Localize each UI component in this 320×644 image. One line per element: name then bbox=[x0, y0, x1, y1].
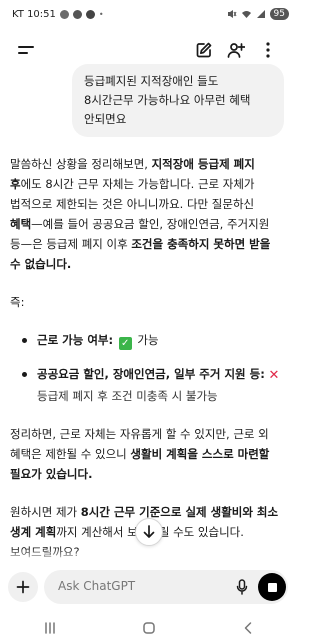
message-input[interactable]: Ask ChatGPT bbox=[44, 570, 288, 604]
user-message-line: 안되면요 bbox=[84, 112, 127, 126]
status-time: KT 10:51 bbox=[12, 8, 56, 20]
bold-span: 혜택 bbox=[10, 217, 32, 231]
cross-icon: ✕ bbox=[268, 368, 280, 383]
text-span: 가능 bbox=[137, 333, 159, 347]
more-icon bbox=[266, 42, 270, 58]
dot-icon: • bbox=[98, 9, 104, 19]
stop-button[interactable] bbox=[258, 573, 286, 601]
recents-icon[interactable] bbox=[43, 621, 57, 635]
home-icon[interactable] bbox=[142, 621, 156, 635]
text-line: 등급제 폐지 후 조건 미충족 시 불가능 bbox=[37, 389, 218, 403]
scroll-to-bottom-button[interactable] bbox=[135, 518, 163, 546]
attach-button[interactable] bbox=[8, 572, 38, 602]
bold-span: 근로 가능 여부: bbox=[37, 333, 114, 347]
mic-icon bbox=[236, 579, 248, 595]
bullet-dot bbox=[22, 372, 27, 377]
text-span: 원하시면 제가 bbox=[10, 505, 81, 519]
assistant-paragraph-2: 정리하면, 근로 자체는 자유롭게 할 수 있지만, 근로 외 혜택은 제한될 … bbox=[10, 424, 290, 484]
assistant-message: 말씀하신 상황을 정리해보면, 지적장애 등급제 폐지 후에도 8시간 근무 자… bbox=[10, 154, 290, 580]
new-chat-button[interactable] bbox=[190, 36, 218, 64]
talk-notification-icon bbox=[72, 9, 82, 19]
status-bar: KT 10:51 • 95 bbox=[0, 0, 297, 28]
arrow-down-icon bbox=[143, 525, 155, 538]
bold-span: 8시간 근무 기준으로 실제 생활비와 최소 bbox=[80, 505, 279, 519]
text-span: 등—은 등급제 폐지 이후 bbox=[10, 237, 132, 251]
bold-span: 수 없습니다. bbox=[10, 257, 72, 271]
stop-icon bbox=[267, 582, 277, 592]
bold-span: 조건을 충족하지 못하면 받을 bbox=[131, 237, 271, 251]
mute-icon bbox=[227, 10, 236, 18]
bold-span: 후 bbox=[10, 177, 21, 191]
composer: Ask ChatGPT bbox=[0, 562, 297, 610]
bold-span: 지적장애 등급제 폐지 bbox=[151, 157, 255, 171]
text-span: 에도 8시간 근무 자체는 가능합니다. 근로 자체가 bbox=[20, 177, 255, 191]
signal-icon bbox=[256, 10, 265, 18]
text-line: 법적으로 제한되는 것은 아니니까요. 다만 질문하신 bbox=[10, 197, 255, 211]
system-nav-bar bbox=[0, 612, 297, 644]
app-notification-icon bbox=[59, 9, 69, 19]
wifi-icon bbox=[241, 11, 251, 18]
add-user-icon bbox=[227, 43, 245, 58]
mic-button[interactable] bbox=[232, 577, 252, 597]
plus-icon bbox=[16, 580, 30, 594]
message-input-placeholder: Ask ChatGPT bbox=[58, 579, 136, 593]
text-span: 혜택은 제한될 수 있으니 bbox=[10, 447, 131, 461]
user-message-line: 등급폐지된 지적장애인 들도 bbox=[84, 74, 219, 88]
text-line: 즉: bbox=[10, 295, 25, 309]
user-message-line: 8시간근무 가능하나요 아무런 혜택 bbox=[84, 93, 251, 107]
check-icon: ✓ bbox=[118, 337, 132, 350]
user-message-bubble: 등급폐지된 지적장애인 들도 8시간근무 가능하나요 아무런 혜택 안되면요 bbox=[72, 64, 284, 137]
assistant-paragraph-1: 말씀하신 상황을 정리해보면, 지적장애 등급제 폐지 후에도 8시간 근무 자… bbox=[10, 154, 290, 274]
battery-indicator: 95 bbox=[269, 8, 289, 20]
bold-span: 필요가 있습니다. bbox=[10, 467, 93, 481]
add-user-button[interactable] bbox=[222, 36, 250, 64]
text-span: 말씀하신 상황을 정리해보면, bbox=[10, 157, 152, 171]
text-span: —예를 들어 공공요금 할인, 장애인연금, 주거지원 bbox=[31, 217, 270, 231]
back-icon[interactable] bbox=[241, 621, 255, 635]
list-item: 공공요금 할인, 장애인연금, 일부 주거 지원 등: ✕ 등급제 폐지 후 조… bbox=[22, 364, 290, 406]
bullet-dot bbox=[22, 338, 27, 343]
more-options-button[interactable] bbox=[254, 36, 282, 64]
bold-span: 공공요금 할인, 장애인연금, 일부 주거 지원 등: bbox=[37, 367, 265, 381]
edit-icon bbox=[196, 42, 212, 58]
menu-icon bbox=[18, 46, 34, 54]
w-notification-icon bbox=[85, 9, 95, 19]
menu-button[interactable] bbox=[12, 36, 40, 64]
list-item: 근로 가능 여부: ✓ 가능 bbox=[22, 330, 290, 350]
assistant-summary-heading: 즉: bbox=[10, 292, 290, 312]
bold-span: 생계 계획 bbox=[10, 525, 57, 539]
bold-span: 생활비 계획을 스스로 마련할 bbox=[130, 447, 270, 461]
text-line: 정리하면, 근로 자체는 자유롭게 할 수 있지만, 근로 외 bbox=[10, 427, 269, 441]
